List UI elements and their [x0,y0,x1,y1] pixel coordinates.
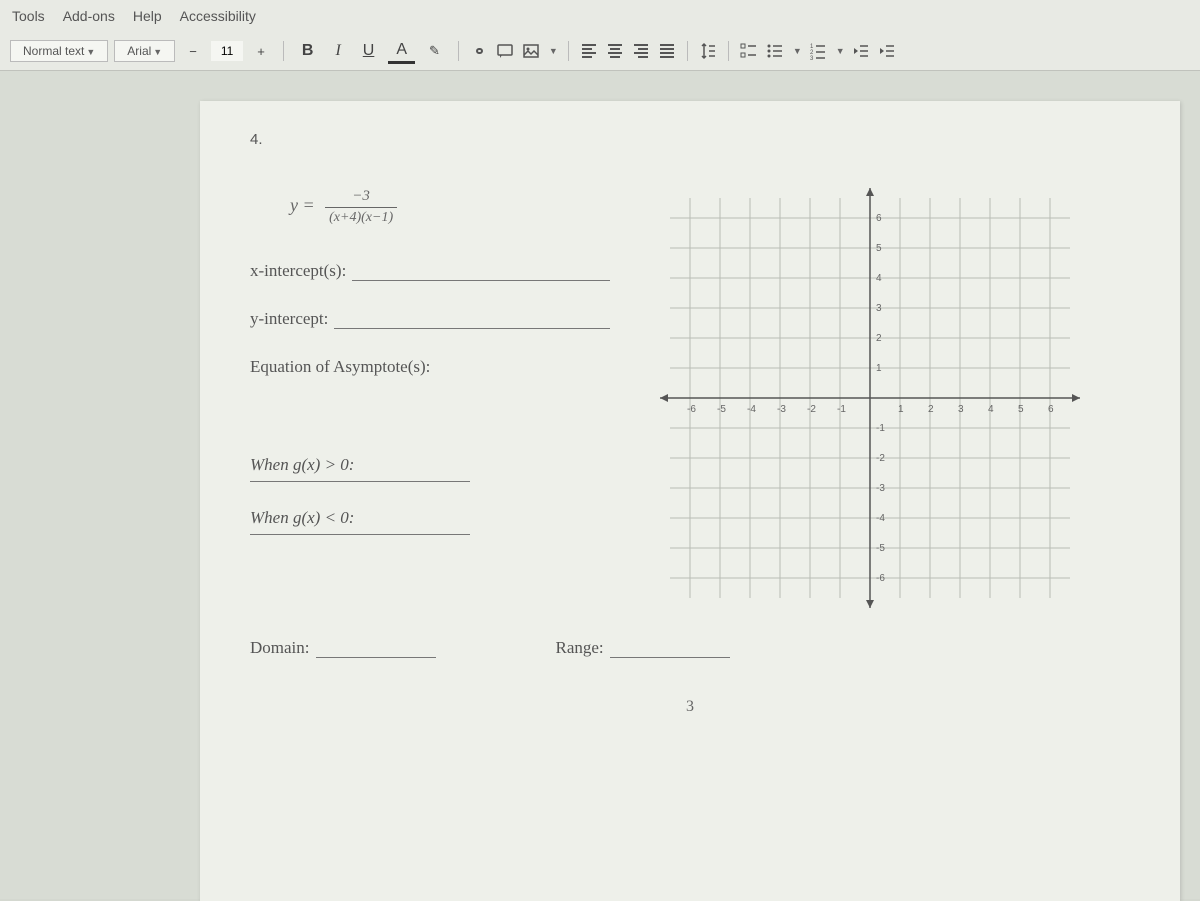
underline-button[interactable]: U [355,38,383,64]
font-size-input[interactable]: 11 [211,41,243,61]
svg-text:-4: -4 [747,404,756,415]
menu-accessibility[interactable]: Accessibility [180,8,256,24]
coordinate-grid: -6 -5 -4 -3 -2 -1 1 2 3 4 5 6 1 [650,178,1090,618]
image-icon[interactable] [521,41,541,61]
gx-negative-label: When g(x) < 0: [250,508,354,528]
svg-text:2: 2 [928,404,934,415]
comment-icon[interactable] [495,41,515,61]
separator [687,41,688,61]
svg-text:-5: -5 [717,404,726,415]
toolbar: Normal text▼ Arial▼ − 11 + B I U A ✎ ▼ ▼… [0,32,1200,71]
content-row: y = −3 (x+4)(x−1) x-intercept(s): y-inte… [250,178,1130,618]
menu-bar: Tools Add-ons Help Accessibility [0,0,1200,32]
increase-indent-icon[interactable] [877,41,897,61]
fraction: −3 (x+4)(x−1) [325,188,397,226]
font-size-decrease[interactable]: − [181,40,205,63]
right-column: -6 -5 -4 -3 -2 -1 1 2 3 4 5 6 1 [650,178,1130,618]
bold-button[interactable]: B [294,38,322,64]
separator [568,41,569,61]
style-select[interactable]: Normal text▼ [10,40,108,62]
separator [283,41,284,61]
svg-text:5: 5 [1018,404,1024,415]
page-number: 3 [250,698,1130,716]
domain-field: Domain: [250,638,436,658]
gx-positive-label: When g(x) > 0: [250,455,354,475]
numbered-list-icon[interactable]: 123 [808,41,828,61]
svg-text:4: 4 [876,273,882,284]
gx-positive-field: When g(x) > 0: [250,455,610,475]
line-spacing-icon[interactable] [698,41,718,61]
equation-lhs: y = [290,195,315,215]
svg-text:-3: -3 [777,404,786,415]
svg-text:6: 6 [1048,404,1054,415]
svg-text:5: 5 [876,243,882,254]
svg-text:-2: -2 [807,404,816,415]
svg-text:3: 3 [876,303,882,314]
align-right-icon[interactable] [631,41,651,61]
italic-button[interactable]: I [327,38,348,64]
range-label: Range: [556,638,604,658]
y-intercept-label: y-intercept: [250,309,328,329]
font-select[interactable]: Arial▼ [114,40,175,62]
fraction-numerator: −3 [325,188,397,208]
checklist-icon[interactable] [739,41,759,61]
svg-text:1: 1 [876,363,882,374]
font-size-increase[interactable]: + [249,40,273,63]
menu-tools[interactable]: Tools [12,8,45,24]
svg-text:-1: -1 [837,404,846,415]
svg-text:-3: -3 [876,483,885,494]
separator [458,41,459,61]
blank-line[interactable] [250,534,470,535]
y-intercept-field: y-intercept: [250,309,610,329]
svg-text:1: 1 [898,404,904,415]
bullet-list-icon[interactable] [765,41,785,61]
svg-text:6: 6 [876,213,882,224]
svg-text:-6: -6 [876,573,885,584]
x-intercepts-label: x-intercept(s): [250,261,346,281]
svg-text:-2: -2 [876,453,885,464]
svg-text:4: 4 [988,404,994,415]
asymptotes-field: Equation of Asymptote(s): [250,357,610,377]
text-color-button[interactable]: A [388,39,415,64]
svg-text:3: 3 [958,404,964,415]
gx-negative-field: When g(x) < 0: [250,508,610,528]
menu-addons[interactable]: Add-ons [63,8,115,24]
bottom-row: Domain: Range: [250,638,1130,658]
svg-text:-4: -4 [876,513,885,524]
problem-number: 4. [250,131,1130,148]
align-left-icon[interactable] [579,41,599,61]
svg-text:3: 3 [810,56,814,61]
align-center-icon[interactable] [605,41,625,61]
x-intercepts-field: x-intercept(s): [250,261,610,281]
range-field: Range: [556,638,730,658]
link-icon[interactable] [469,41,489,61]
blank-line[interactable] [250,481,470,482]
fraction-denominator: (x+4)(x−1) [325,208,397,226]
left-column: y = −3 (x+4)(x−1) x-intercept(s): y-inte… [250,178,610,618]
decrease-indent-icon[interactable] [851,41,871,61]
domain-label: Domain: [250,638,310,658]
asymptotes-label: Equation of Asymptote(s): [250,357,430,377]
numbered-dropdown[interactable]: ▼ [836,46,845,56]
svg-text:2: 2 [876,333,882,344]
blank-line[interactable] [352,263,610,281]
equation: y = −3 (x+4)(x−1) [250,188,610,226]
highlight-button[interactable]: ✎ [421,39,448,63]
align-justify-icon[interactable] [657,41,677,61]
separator [728,41,729,61]
svg-text:-5: -5 [876,543,885,554]
menu-help[interactable]: Help [133,8,162,24]
svg-text:-6: -6 [687,404,696,415]
blank-line[interactable] [610,640,730,658]
image-dropdown[interactable]: ▼ [549,46,558,56]
bullet-dropdown[interactable]: ▼ [793,46,802,56]
svg-text:-1: -1 [876,423,885,434]
blank-line[interactable] [316,640,436,658]
document-page[interactable]: 4. y = −3 (x+4)(x−1) x-intercept(s): [200,101,1180,901]
page-area: 4. y = −3 (x+4)(x−1) x-intercept(s): [0,71,1200,899]
blank-line[interactable] [334,311,610,329]
